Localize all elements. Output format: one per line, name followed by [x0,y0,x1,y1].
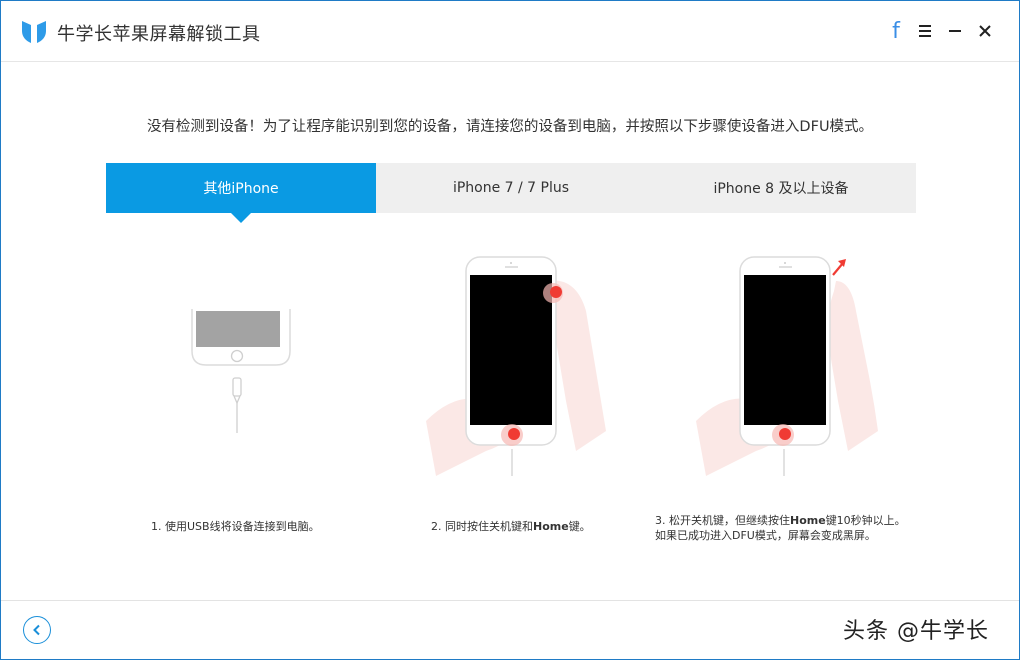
tab-label: iPhone 7 / 7 Plus [452,180,570,196]
active-tab-pointer [231,213,251,223]
tab-iphone-8-plus[interactable]: iPhone 8 及以上设备 [646,163,916,213]
usb-connector [232,377,242,397]
step1-illustration [191,309,291,433]
power-press-indicator [550,286,562,298]
hamburger-icon [919,25,931,37]
title-bar: 牛学长苹果屏幕解锁工具 f [1,1,1019,62]
minimize-button[interactable] [944,19,966,43]
step2-illustration [426,256,606,476]
menu-button[interactable] [914,19,936,43]
tab-iphone-7[interactable]: iPhone 7 / 7 Plus [376,163,646,213]
back-button[interactable] [23,616,51,644]
instruction-text: 没有检测到设备！为了让程序能识别到您的设备，请连接您的设备到电脑，并按照以下步骤… [146,119,874,135]
release-arrow-icon [832,262,844,276]
right-hand [826,281,878,451]
step-1-text: 1. 使用USB线将设备连接到电脑。 [151,520,320,533]
footer-divider [1,600,1019,601]
phone-screen [196,311,280,347]
app-title: 牛学长苹果屏幕解锁工具 [57,24,261,45]
facebook-icon: f [892,18,900,44]
home-press-indicator [508,428,520,440]
home-press-indicator [779,428,791,440]
step-3-line-1: 3. 松开关机键，但继续按住Home键10秒钟以上。 [655,514,906,527]
tab-other-iphone[interactable]: 其他iPhone [106,163,376,223]
facebook-button[interactable]: f [885,18,907,44]
phone-screen [470,275,552,425]
phone-screen [744,275,826,425]
tab-label: 其他iPhone [203,181,279,197]
close-icon [979,25,991,37]
step-2-text: 2. 同时按住关机键和Home键。 [431,520,591,533]
step-3-line-2: 如果已成功进入DFU模式，屏幕会变成黑屏。 [655,529,876,542]
step3-illustration [696,256,878,476]
app-logo-icon [22,21,46,43]
close-button[interactable] [974,19,996,43]
step-3-text: 3. 松开关机键，但继续按住Home键10秒钟以上。 如果已成功进入DFU模式，… [655,513,906,543]
device-tabs: 其他iPhone iPhone 7 / 7 Plus iPhone 8 及以上设… [106,163,916,223]
app-window: 牛学长苹果屏幕解锁工具 f 没有检测到设备！为了让程序能识别到您的设备，请连接您… [0,0,1020,660]
minimize-icon [949,30,961,32]
chevron-left-icon [33,624,40,636]
home-button [230,349,244,363]
watermark: 头条 @牛学长 [843,619,989,644]
tab-label: iPhone 8 及以上设备 [713,181,849,197]
